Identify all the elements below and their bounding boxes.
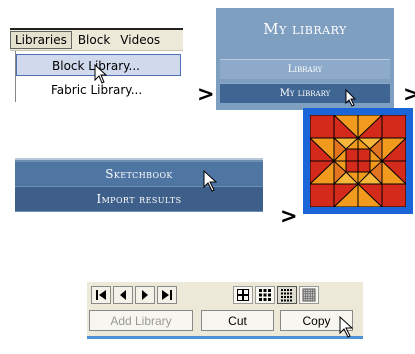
view-4x4-button[interactable] [277, 286, 297, 304]
mouse-pointer-icon [94, 64, 108, 84]
sketchbook-panel: Sketchbook Import results [15, 158, 263, 212]
grid-4x4-icon [281, 289, 292, 302]
view-3x3-button[interactable] [255, 286, 275, 304]
menu-bar: Libraries Block Videos [10, 30, 183, 51]
last-button[interactable] [157, 286, 177, 304]
library-toolbar: Add Library Cut Copy [87, 282, 363, 339]
my-library-panel: My library Library My library [216, 8, 394, 110]
panel-title: My library [263, 20, 347, 38]
next-button[interactable] [135, 286, 155, 304]
menu-libraries[interactable]: Libraries [10, 31, 72, 49]
import-results-button[interactable]: Import results [15, 187, 263, 211]
mouse-pointer-icon [203, 170, 218, 192]
quilt-block-image [310, 115, 406, 207]
sketchbook-button[interactable]: Sketchbook [15, 162, 263, 186]
prev-icon [120, 290, 126, 300]
grid-2x2-icon [237, 289, 249, 301]
libraries-menu-panel: Libraries Block Videos Block Library... … [10, 28, 184, 102]
first-icon [96, 290, 106, 300]
last-icon [162, 290, 172, 300]
previous-button[interactable] [113, 286, 133, 304]
view-5x5-button[interactable] [299, 286, 319, 304]
my-library-button[interactable]: My library [220, 83, 390, 103]
menu-videos[interactable]: Videos [116, 32, 164, 48]
mouse-pointer-icon [345, 89, 357, 107]
grid-3x3-icon [259, 289, 271, 301]
add-library-button[interactable]: Add Library [89, 310, 193, 331]
library-button[interactable]: Library [220, 59, 390, 79]
cut-button[interactable]: Cut [201, 310, 274, 331]
step-arrow: > [403, 82, 415, 106]
quilt-block-preview[interactable] [303, 108, 413, 214]
next-icon [142, 290, 148, 300]
step-arrow: > [280, 204, 298, 228]
menu-block[interactable]: Block [74, 32, 114, 48]
grid-5x5-icon [302, 288, 316, 302]
view-2x2-button[interactable] [233, 286, 253, 304]
first-button[interactable] [91, 286, 111, 304]
step-arrow: > [197, 82, 215, 106]
mouse-pointer-icon [339, 316, 354, 338]
